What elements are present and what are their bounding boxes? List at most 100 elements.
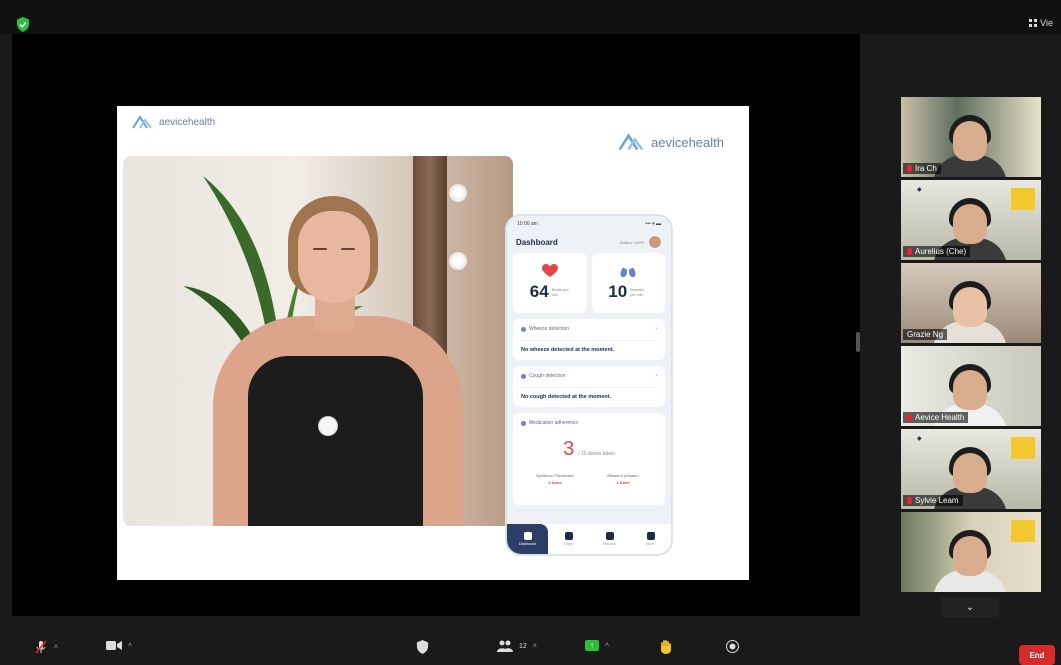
- participants-count: 12: [519, 642, 527, 650]
- meeting-toolbar: ˄ ˄ 12 ˄ ↑ ˄: [0, 620, 1061, 665]
- gear-icon: [646, 532, 655, 540]
- participants-icon: [497, 640, 513, 652]
- phone-time: 10:00 am: [517, 221, 538, 227]
- medication-stats: Symbicort Turbuhaler 2 Done Albuterol (I…: [521, 473, 657, 485]
- nav-diary: Diary: [548, 524, 589, 554]
- reactions-button[interactable]: [660, 640, 672, 654]
- participant-tile[interactable]: Ira Ch: [901, 97, 1041, 177]
- participant-tile-active-speaker[interactable]: Grazie Ng: [901, 263, 1041, 343]
- view-label: Vie: [1040, 18, 1053, 28]
- nav-more: More: [630, 524, 671, 554]
- nav-records: Records: [589, 524, 630, 554]
- gallery-next-page-button[interactable]: ⌄: [941, 597, 999, 617]
- person-black-top: [248, 356, 423, 526]
- stat-label: Symbicort Turbuhaler: [535, 473, 574, 478]
- share-screen-button[interactable]: ↑ ˄: [585, 640, 609, 651]
- event-poster: [1011, 520, 1035, 542]
- participant-name-label: Sylvie Leam: [903, 495, 963, 506]
- presentation-slide: aevicehealth aevicehealth 10:00 am ••• ▾…: [117, 106, 749, 580]
- home-icon: [523, 532, 532, 540]
- video-camera-icon: [106, 641, 122, 650]
- participant-face: [953, 453, 987, 493]
- event-poster: [1011, 437, 1035, 459]
- mic-muted-icon: [907, 248, 912, 255]
- security-shield-icon: [416, 640, 429, 654]
- stat-label: Albuterol (Inhaler): [607, 473, 639, 478]
- logo-text: aevicehealth: [159, 116, 216, 128]
- logo-text: aevicehealth: [651, 134, 724, 150]
- event-logo: ◆: [917, 436, 922, 442]
- mute-button[interactable]: ˄: [34, 640, 58, 654]
- closed-eye: [313, 248, 327, 250]
- stat-value: 2 Done: [548, 480, 562, 485]
- nav-label: Dashboard: [518, 542, 537, 546]
- participant-name-label: Grazie Ng: [903, 329, 948, 340]
- participant-face: [953, 204, 987, 244]
- breathing-rate-card: 10 Breaths per min: [591, 253, 665, 313]
- light-bulb: [449, 184, 467, 202]
- participant-name-label: Ira Ch: [903, 163, 941, 174]
- card-title: Cough detection: [529, 373, 566, 379]
- card-title: Medication adherence: [529, 420, 579, 426]
- aevicehealth-logo-large: aevicehealth: [617, 132, 724, 152]
- mic-muted-icon: [907, 414, 912, 421]
- participant-name: Aevice Health: [915, 413, 965, 422]
- caret-up-icon[interactable]: ˄: [54, 644, 58, 651]
- caret-up-icon[interactable]: ˄: [533, 643, 537, 650]
- breathing-rate-unit: Breaths per min: [630, 287, 644, 297]
- caret-up-icon[interactable]: ˄: [128, 642, 132, 649]
- phone-status-bar: 10:00 am ••• ▾ ▬: [507, 216, 671, 227]
- phone-mockup: 10:00 am ••• ▾ ▬ Dashboard Battery 100% …: [505, 214, 673, 556]
- shield-icon[interactable]: [16, 17, 30, 32]
- microphone-muted-icon: [35, 640, 47, 654]
- cough-detection-card: Cough detection › No cough detected at t…: [513, 366, 665, 407]
- wheeze-icon: [521, 326, 526, 332]
- card-body: No cough detected at the moment.: [521, 387, 657, 400]
- participant-face: [953, 121, 987, 161]
- caret-up-icon[interactable]: ˄: [605, 642, 609, 649]
- card-title: Wheeze detection: [529, 326, 570, 332]
- end-meeting-button[interactable]: End: [1019, 645, 1055, 665]
- chevron-right-icon: ›: [655, 373, 657, 379]
- battery-status: Battery 100%: [619, 239, 644, 245]
- nav-label: Diary: [564, 542, 573, 546]
- nav-label: Records: [602, 542, 617, 546]
- mic-muted-icon: [907, 497, 912, 504]
- participant-tile[interactable]: [901, 512, 1041, 592]
- aevice-logo-icon: [132, 115, 152, 129]
- mic-muted-icon: [907, 165, 912, 172]
- participant-tile[interactable]: Aevice Health: [901, 346, 1041, 426]
- security-button[interactable]: [416, 640, 429, 654]
- aevice-logo-icon: [618, 133, 644, 151]
- video-button[interactable]: ˄: [106, 640, 132, 651]
- participant-face: [953, 370, 987, 410]
- view-button[interactable]: Vie: [1029, 18, 1053, 28]
- event-poster: [1011, 188, 1035, 210]
- breathing-rate-value: 10: [608, 282, 628, 301]
- avatar: [648, 235, 662, 249]
- share-screen-icon: ↑: [585, 640, 599, 651]
- participant-name: Aurelius (Che): [915, 247, 967, 256]
- woman-meditating-photo: [123, 156, 513, 526]
- card-body: No wheeze detected at the moment.: [521, 340, 657, 353]
- medication-stat: Symbicort Turbuhaler 2 Done: [521, 473, 589, 485]
- pills-icon: [605, 532, 614, 540]
- phone-bottom-nav: Dashboard Diary Records More: [507, 524, 671, 554]
- pencil-icon: [564, 532, 573, 540]
- doses-taken-value: 3: [563, 438, 575, 460]
- wheeze-detection-card: Wheeze detection › No wheeze detected at…: [513, 319, 665, 360]
- heart-rate-unit: Beats per min: [551, 287, 569, 297]
- event-logo: ◆: [917, 187, 922, 193]
- heart-rate-card: 64 Beats per min: [513, 253, 587, 313]
- more-button[interactable]: [726, 640, 739, 653]
- record-icon: [726, 640, 739, 653]
- medication-count: 3 / 10 doses taken: [521, 438, 657, 461]
- participants-button[interactable]: 12 ˄: [497, 640, 537, 652]
- participant-tile[interactable]: ◆ Aurelius (Che): [901, 180, 1041, 260]
- meeting-topbar: Vie: [0, 0, 1061, 34]
- panel-resize-handle[interactable]: [856, 332, 860, 352]
- vitals-row: 64 Beats per min 10 Breaths per min: [507, 253, 671, 313]
- participant-face: [953, 287, 987, 327]
- participant-tile[interactable]: ◆ Sylvie Leam: [901, 429, 1041, 509]
- medication-stat: Albuterol (Inhaler) 1 Done: [589, 473, 657, 485]
